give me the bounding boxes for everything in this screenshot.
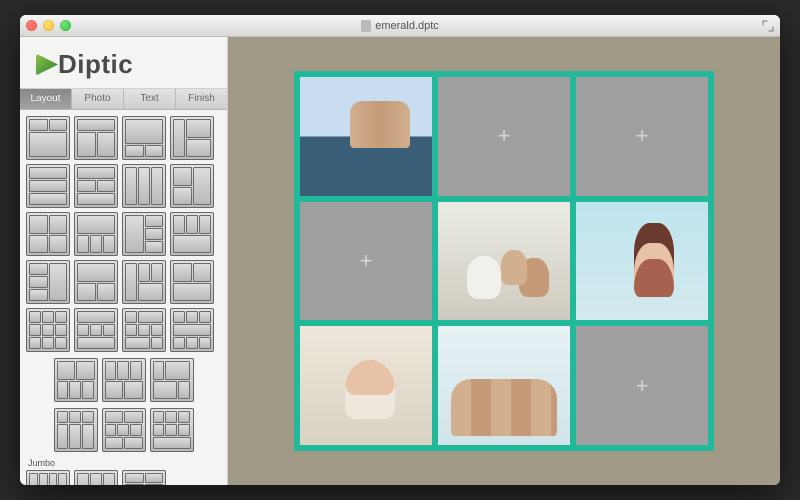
layout-thumbnail[interactable]: [26, 164, 70, 208]
add-photo-icon: +: [360, 250, 373, 272]
tab-text-label: Text: [140, 93, 158, 104]
layout-thumbnail[interactable]: [122, 164, 166, 208]
tab-text[interactable]: Text: [124, 89, 176, 109]
layout-thumbnail[interactable]: [54, 358, 98, 402]
zoom-window-button[interactable]: [60, 20, 71, 31]
layout-thumbnail[interactable]: [102, 358, 146, 402]
window-title: emerald.dptc: [20, 20, 780, 32]
collage-slot-5[interactable]: +: [576, 202, 708, 321]
layout-picker-scroll[interactable]: Jumbo: [20, 110, 227, 485]
collage-slot-2[interactable]: +: [576, 77, 708, 196]
tab-layout[interactable]: Layout: [20, 89, 72, 109]
layout-thumbnail[interactable]: [74, 164, 118, 208]
document-icon: [361, 20, 371, 32]
add-photo-icon: +: [636, 375, 649, 397]
layout-thumbnail[interactable]: [74, 470, 118, 485]
titlebar: emerald.dptc: [20, 15, 780, 37]
layout-thumbnail[interactable]: [170, 212, 214, 256]
app-window: emerald.dptc Diptic Layout Photo Text Fi…: [20, 15, 780, 485]
layout-thumbnail[interactable]: [26, 470, 70, 485]
fullscreen-icon[interactable]: [762, 20, 774, 32]
app-name: Diptic: [58, 49, 133, 80]
collage-slot-8[interactable]: +: [576, 326, 708, 445]
layout-thumbnail[interactable]: [122, 212, 166, 256]
layout-thumbnail[interactable]: [74, 308, 118, 352]
layout-thumbnail[interactable]: [150, 408, 194, 452]
tab-finish-label: Finish: [188, 93, 215, 104]
layout-thumbnail[interactable]: [26, 212, 70, 256]
app-logo: Diptic: [20, 37, 227, 88]
sidebar-section-label-jumbo: Jumbo: [28, 458, 221, 468]
layout-thumbnail[interactable]: [150, 358, 194, 402]
layout-thumbnail[interactable]: [170, 308, 214, 352]
layout-thumbnail[interactable]: [26, 260, 70, 304]
sidebar-tabs: Layout Photo Text Finish: [20, 88, 227, 110]
layout-thumbnail[interactable]: [122, 308, 166, 352]
canvas-workspace: + + + + + + + + +: [228, 37, 780, 485]
collage-slot-0[interactable]: +: [300, 77, 432, 196]
layout-thumbnail[interactable]: [74, 260, 118, 304]
tab-photo-label: Photo: [84, 93, 110, 104]
tab-photo[interactable]: Photo: [72, 89, 124, 109]
layout-thumbnail[interactable]: [102, 408, 146, 452]
add-photo-icon: +: [636, 125, 649, 147]
layout-thumbnail[interactable]: [170, 164, 214, 208]
layout-thumbnail-grid-2: [26, 358, 221, 402]
window-controls: [26, 20, 71, 31]
photo-thumbnail: [576, 202, 708, 321]
layout-thumbnail[interactable]: [54, 408, 98, 452]
photo-thumbnail: [438, 326, 570, 445]
layout-thumbnail-grid-jumbo: [26, 470, 221, 485]
collage-slot-4[interactable]: +: [438, 202, 570, 321]
minimize-window-button[interactable]: [43, 20, 54, 31]
tab-layout-label: Layout: [30, 93, 60, 104]
layout-thumbnail[interactable]: [122, 260, 166, 304]
layout-thumbnail-grid: [26, 116, 221, 352]
layout-thumbnail[interactable]: [122, 116, 166, 160]
collage-slot-6[interactable]: +: [300, 326, 432, 445]
collage-slot-7[interactable]: +: [438, 326, 570, 445]
layout-thumbnail[interactable]: [170, 260, 214, 304]
collage-slot-1[interactable]: +: [438, 77, 570, 196]
layout-thumbnail-grid-3: [26, 408, 221, 452]
tab-finish[interactable]: Finish: [176, 89, 227, 109]
logo-mark-icon: [36, 54, 58, 76]
layout-thumbnail[interactable]: [26, 116, 70, 160]
sidebar: Diptic Layout Photo Text Finish: [20, 37, 228, 485]
photo-thumbnail: [438, 202, 570, 321]
layout-thumbnail[interactable]: [122, 470, 166, 485]
collage-slot-3[interactable]: +: [300, 202, 432, 321]
layout-thumbnail[interactable]: [74, 116, 118, 160]
add-photo-icon: +: [498, 125, 511, 147]
close-window-button[interactable]: [26, 20, 37, 31]
layout-thumbnail[interactable]: [26, 308, 70, 352]
layout-thumbnail[interactable]: [170, 116, 214, 160]
layout-thumbnail[interactable]: [74, 212, 118, 256]
collage-grid: + + + + + + + + +: [294, 71, 714, 451]
photo-thumbnail: [300, 77, 432, 196]
photo-thumbnail: [300, 326, 432, 445]
window-title-text: emerald.dptc: [375, 20, 439, 32]
